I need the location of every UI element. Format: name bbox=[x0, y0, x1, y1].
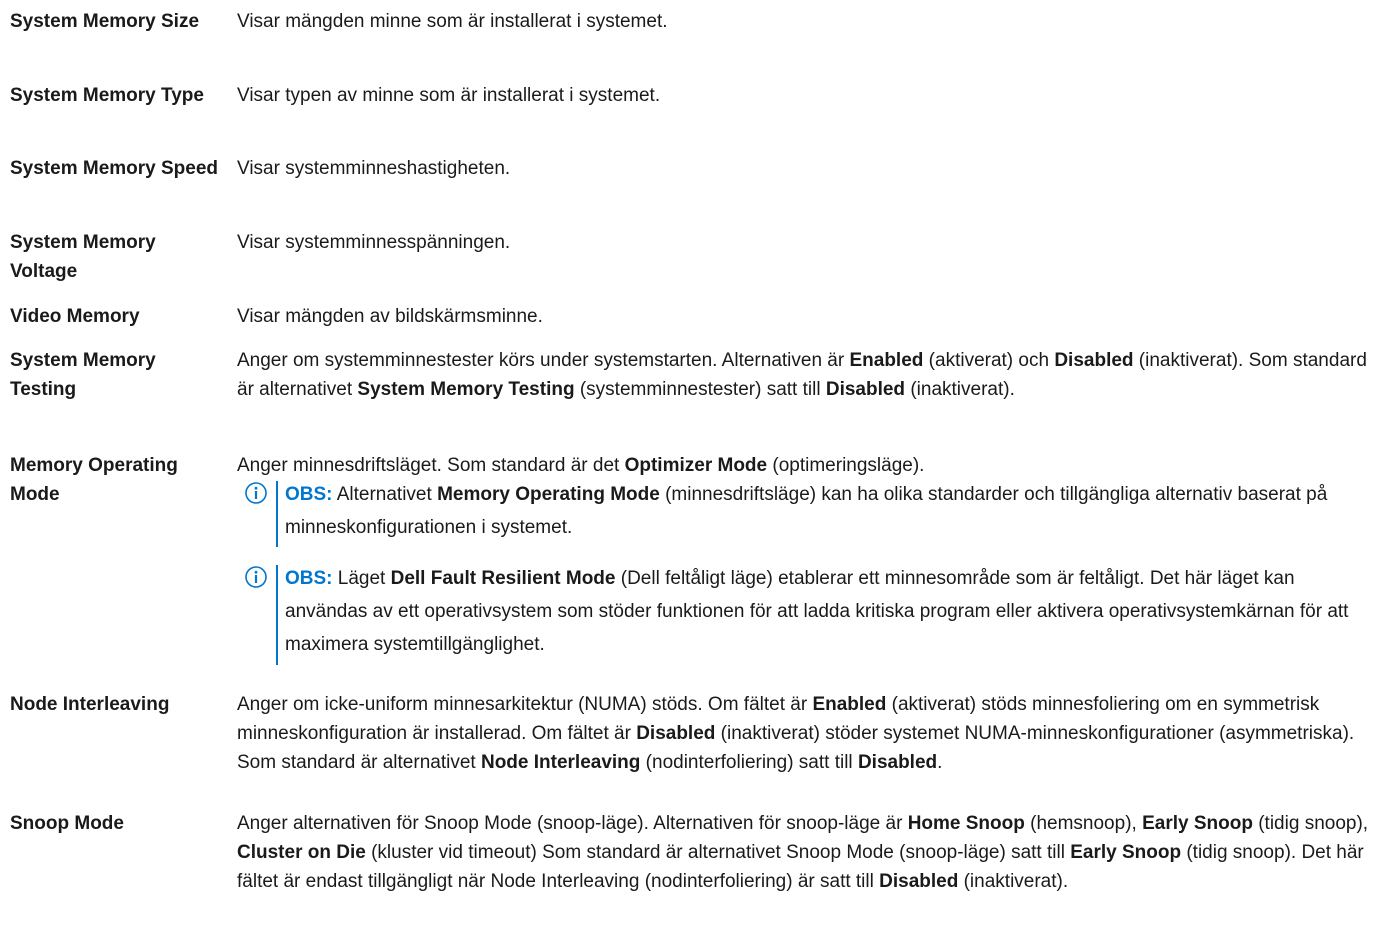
note-bold: Memory Operating Mode bbox=[437, 484, 660, 505]
desc-bold: Early Snoop bbox=[1070, 842, 1182, 863]
desc-system-memory-testing: Anger om systemminnestester körs under s… bbox=[237, 346, 1372, 404]
desc-part: Anger om systemminnestester körs under s… bbox=[237, 350, 850, 371]
desc-part: (aktiverat) och bbox=[923, 350, 1055, 371]
desc-part: (optimeringsläge). bbox=[767, 455, 925, 476]
note-label: OBS: bbox=[285, 568, 333, 589]
term-system-memory-testing: System Memory Testing bbox=[10, 350, 156, 400]
note-text: OBS: Alternativet Memory Operating Mode … bbox=[285, 478, 1377, 544]
info-icon bbox=[245, 482, 267, 504]
note-bold: Dell Fault Resilient Mode bbox=[390, 568, 616, 589]
desc-system-memory-speed: Visar systemminneshastigheten. bbox=[237, 158, 511, 179]
desc-part: . bbox=[937, 752, 943, 773]
note-divider bbox=[276, 481, 278, 547]
desc-part: Anger om icke-uniform minnesarkitektur (… bbox=[237, 694, 813, 715]
term-video-memory: Video Memory bbox=[10, 306, 140, 327]
note-part: Läget bbox=[332, 568, 391, 589]
desc-part: (systemminnestester) satt till bbox=[574, 379, 826, 400]
desc-part: Anger alternativen för Snoop Mode (snoop… bbox=[237, 813, 908, 834]
desc-bold: Disabled bbox=[879, 871, 959, 892]
term-system-memory-voltage: System Memory Voltage bbox=[10, 232, 156, 282]
note-memory-operating-mode: OBS: Alternativet Memory Operating Mode … bbox=[245, 478, 1375, 550]
note-part: Alternativet bbox=[332, 484, 438, 505]
desc-bold: Disabled bbox=[636, 723, 716, 744]
desc-bold: Optimizer Mode bbox=[624, 455, 768, 476]
desc-part: (hemsnoop), bbox=[1024, 813, 1143, 834]
desc-video-memory: Visar mängden av bildskärmsminne. bbox=[237, 306, 543, 327]
desc-part: (tidig snoop), bbox=[1252, 813, 1369, 834]
desc-node-interleaving: Anger om icke-uniform minnesarkitektur (… bbox=[237, 690, 1372, 777]
desc-system-memory-type: Visar typen av minne som är installerat … bbox=[237, 85, 661, 106]
term-system-memory-speed: System Memory Speed bbox=[10, 158, 219, 179]
desc-bold: Home Snoop bbox=[907, 813, 1025, 834]
desc-bold: Disabled bbox=[1054, 350, 1134, 371]
note-dell-fault-resilient-mode: OBS: Läget Dell Fault Resilient Mode (De… bbox=[245, 562, 1375, 667]
term-memory-operating-mode: Memory Operating Mode bbox=[10, 455, 178, 505]
desc-part: (inaktiverat). bbox=[958, 871, 1069, 892]
term-node-interleaving: Node Interleaving bbox=[10, 694, 170, 715]
desc-snoop-mode: Anger alternativen för Snoop Mode (snoop… bbox=[237, 809, 1372, 896]
desc-bold: Enabled bbox=[849, 350, 924, 371]
note-label: OBS: bbox=[285, 484, 333, 505]
term-snoop-mode: Snoop Mode bbox=[10, 813, 124, 834]
desc-bold: Disabled bbox=[857, 752, 938, 773]
desc-part: (nodinterfoliering) satt till bbox=[640, 752, 858, 773]
desc-bold: Node Interleaving bbox=[480, 752, 641, 773]
term-system-memory-size: System Memory Size bbox=[10, 11, 200, 32]
desc-bold: Disabled bbox=[825, 379, 906, 400]
desc-bold: Early Snoop bbox=[1142, 813, 1253, 834]
desc-bold: Enabled bbox=[812, 694, 887, 715]
desc-system-memory-voltage: Visar systemminnesspänningen. bbox=[237, 232, 511, 253]
info-icon bbox=[245, 566, 267, 588]
desc-bold: Cluster on Die bbox=[237, 842, 366, 863]
desc-part: (inaktiverat). bbox=[905, 379, 1015, 400]
desc-memory-operating-mode: Anger minnesdriftsläget. Som standard är… bbox=[237, 451, 1372, 480]
desc-part: (kluster vid timeout) Som standard är al… bbox=[365, 842, 1071, 863]
note-divider bbox=[276, 565, 278, 665]
term-system-memory-type: System Memory Type bbox=[10, 85, 204, 106]
note-text: OBS: Läget Dell Fault Resilient Mode (De… bbox=[285, 562, 1377, 661]
desc-system-memory-size: Visar mängden minne som är installerat i… bbox=[237, 11, 668, 32]
desc-bold: System Memory Testing bbox=[357, 379, 575, 400]
desc-part: Anger minnesdriftsläget. Som standard är… bbox=[237, 455, 625, 476]
